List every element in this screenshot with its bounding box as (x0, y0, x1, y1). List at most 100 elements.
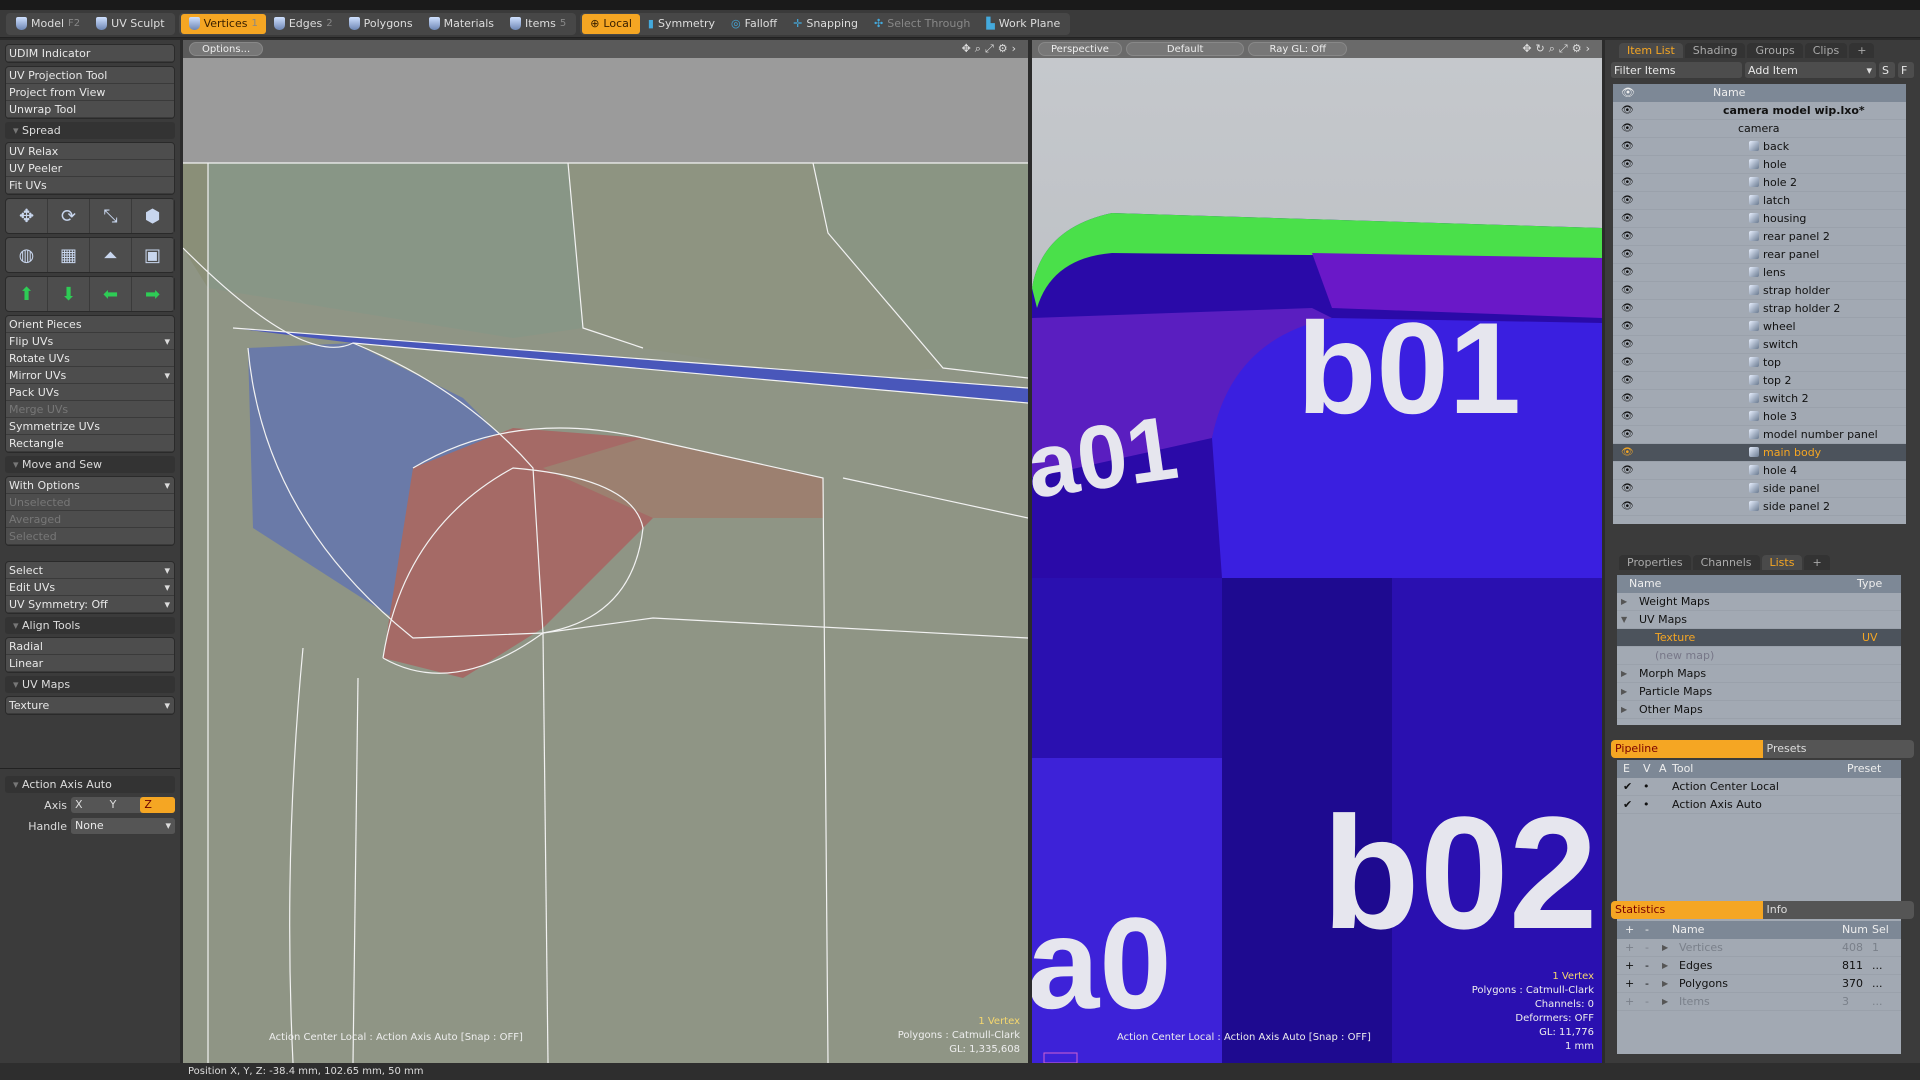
axis-z-option[interactable]: Z (140, 797, 176, 813)
shading-button[interactable]: Default (1125, 42, 1245, 56)
tree-item[interactable]: 👁 top 2 (1613, 372, 1906, 390)
vertex-map-row[interactable]: Texture UV (1617, 629, 1901, 647)
viewport-nav-icons[interactable]: ✥↻⌕⤢⚙› (1522, 42, 1602, 56)
select-items-button[interactable]: Items 5 (502, 14, 574, 34)
tab-item-list[interactable]: Item List (1619, 43, 1683, 58)
enabled-check-icon[interactable]: ✔ (1623, 778, 1632, 796)
add-item-dropdown[interactable]: Add Item (1745, 62, 1876, 79)
add-selection-button[interactable]: + (1625, 957, 1634, 975)
align-left-icon[interactable]: ⬅ (90, 277, 132, 311)
tab-presets[interactable]: Presets (1763, 740, 1915, 758)
expand-arrow-icon[interactable]: ▶ (1662, 975, 1668, 993)
expand-arrow-icon[interactable]: ▶ (1621, 665, 1627, 683)
select-vertices-button[interactable]: Vertices 1 (180, 13, 266, 34)
visible-dot-icon[interactable]: • (1643, 796, 1650, 814)
expand-arrow-icon[interactable]: ▶ (1662, 993, 1668, 1011)
tab-add[interactable]: + (1849, 43, 1875, 58)
snapping-button[interactable]: ✛ Snapping (785, 14, 866, 34)
visibility-eye-icon[interactable]: 👁 (1621, 372, 1634, 390)
work-plane-button[interactable]: ▙ Work Plane (978, 14, 1068, 34)
visibility-eye-icon[interactable]: 👁 (1621, 480, 1634, 498)
add-selection-button[interactable]: + (1625, 993, 1634, 1011)
visibility-eye-icon[interactable]: 👁 (1621, 228, 1634, 246)
tab-groups[interactable]: Groups (1747, 43, 1803, 58)
tree-item[interactable]: 👁 hole (1613, 156, 1906, 174)
handle-dropdown[interactable]: None (71, 818, 175, 835)
visible-dot-icon[interactable]: • (1643, 778, 1650, 796)
visibility-eye-icon[interactable]: 👁 (1621, 156, 1634, 174)
select-edges-button[interactable]: Edges 2 (266, 14, 341, 34)
tree-item[interactable]: 👁 hole 3 (1613, 408, 1906, 426)
tree-item-camera[interactable]: 👁 camera (1613, 120, 1906, 138)
tree-item[interactable]: 👁 rear panel (1613, 246, 1906, 264)
tab-add[interactable]: + (1804, 555, 1830, 570)
tool-uv-sculpt-button[interactable]: UV Sculpt (88, 14, 172, 34)
axis-y-option[interactable]: Y (106, 797, 141, 813)
select-materials-button[interactable]: Materials (421, 14, 502, 34)
visibility-eye-icon[interactable]: 👁 (1621, 390, 1634, 408)
tree-item[interactable]: 👁 top (1613, 354, 1906, 372)
visibility-eye-icon[interactable]: 👁 (1621, 300, 1634, 318)
tab-statistics[interactable]: Statistics (1611, 901, 1763, 919)
visibility-eye-icon[interactable]: 👁 (1621, 246, 1634, 264)
uv-map-dropdown[interactable]: Texture (6, 697, 174, 714)
falloff-button[interactable]: ◎ Falloff (723, 14, 785, 34)
mirror-uvs-button[interactable]: Mirror UVs (6, 367, 174, 384)
vertex-map-row[interactable]: ▶ Other Maps (1617, 701, 1901, 719)
symmetry-button[interactable]: ▮ Symmetry (640, 14, 723, 34)
rotate-uvs-button[interactable]: Rotate UVs (6, 350, 174, 367)
uv-mesh[interactable] (183, 58, 1028, 1063)
visibility-eye-icon[interactable]: 👁 (1621, 138, 1634, 156)
align-bottom-icon[interactable]: ⬇ (48, 277, 90, 311)
vertex-map-row[interactable]: ▶ Morph Maps (1617, 665, 1901, 683)
box-map-icon[interactable]: ▣ (132, 238, 174, 272)
uv-peeler-button[interactable]: UV Peeler (6, 160, 174, 177)
align-tools-section[interactable]: Align Tools (5, 617, 175, 634)
tree-item[interactable]: 👁 housing (1613, 210, 1906, 228)
spread-section[interactable]: Spread (5, 122, 175, 139)
tab-clips[interactable]: Clips (1804, 43, 1848, 58)
move-icon[interactable]: ✥ (6, 199, 48, 233)
expand-arrow-icon[interactable]: ▶ (1621, 683, 1627, 701)
rectangle-button[interactable]: Rectangle (6, 435, 174, 452)
uv-projection-tool-button[interactable]: UV Projection Tool (6, 67, 174, 84)
remove-selection-button[interactable]: - (1645, 957, 1649, 975)
visibility-eye-icon[interactable]: 👁 (1621, 264, 1634, 282)
tree-item[interactable]: 👁 rear panel 2 (1613, 228, 1906, 246)
vertex-map-row[interactable]: (new map) (1617, 647, 1901, 665)
action-axis-section[interactable]: Action Axis Auto (5, 776, 175, 793)
statistics-row[interactable]: + - ▶ Vertices 408 1 (1617, 939, 1901, 957)
tree-item[interactable]: 👁 model number panel (1613, 426, 1906, 444)
expand-arrow-icon[interactable]: ▶ (1662, 939, 1668, 957)
visibility-eye-icon[interactable]: 👁 (1621, 102, 1634, 120)
tree-item[interactable]: 👁 lens (1613, 264, 1906, 282)
tree-item[interactable]: 👁 latch (1613, 192, 1906, 210)
tree-item[interactable]: 👁 side panel 2 (1613, 498, 1906, 516)
visibility-eye-icon[interactable]: 👁 (1621, 120, 1634, 138)
linear-button[interactable]: Linear (6, 655, 174, 672)
tab-properties[interactable]: Properties (1619, 555, 1691, 570)
uv-relax-button[interactable]: UV Relax (6, 143, 174, 160)
uv-viewport[interactable]: Options... ✥⌕⤢⚙› Action Center Local : A… (183, 40, 1028, 1063)
radial-button[interactable]: Radial (6, 638, 174, 655)
tab-lists[interactable]: Lists (1761, 555, 1803, 570)
vertex-map-row[interactable]: ▶ Particle Maps (1617, 683, 1901, 701)
project-from-view-button[interactable]: Project from View (6, 84, 174, 101)
visibility-eye-icon[interactable]: 👁 (1621, 354, 1634, 372)
transform-icon[interactable]: ⬢ (132, 199, 174, 233)
collapse-arrow-icon[interactable]: ▼ (1621, 611, 1627, 629)
visibility-eye-icon[interactable]: 👁 (1621, 462, 1634, 480)
fit-uvs-button[interactable]: Fit UVs (6, 177, 174, 194)
visibility-eye-icon[interactable]: 👁 (1621, 408, 1634, 426)
tab-pipeline[interactable]: Pipeline (1611, 740, 1763, 758)
tree-item-scene[interactable]: 👁 camera model wip.lxo* (1613, 102, 1906, 120)
visibility-eye-icon[interactable]: 👁 (1621, 192, 1634, 210)
udim-indicator-button[interactable]: UDIM Indicator (6, 45, 174, 62)
perspective-map-icon[interactable]: ⏶ (90, 238, 132, 272)
visibility-eye-icon[interactable]: 👁 (1621, 336, 1634, 354)
visibility-eye-icon[interactable]: 👁 (1621, 282, 1634, 300)
visibility-eye-icon[interactable]: 👁 (1621, 210, 1634, 228)
expand-arrow-icon[interactable]: ▶ (1662, 957, 1668, 975)
tab-info[interactable]: Info (1763, 901, 1915, 919)
orient-pieces-button[interactable]: Orient Pieces (6, 316, 174, 333)
